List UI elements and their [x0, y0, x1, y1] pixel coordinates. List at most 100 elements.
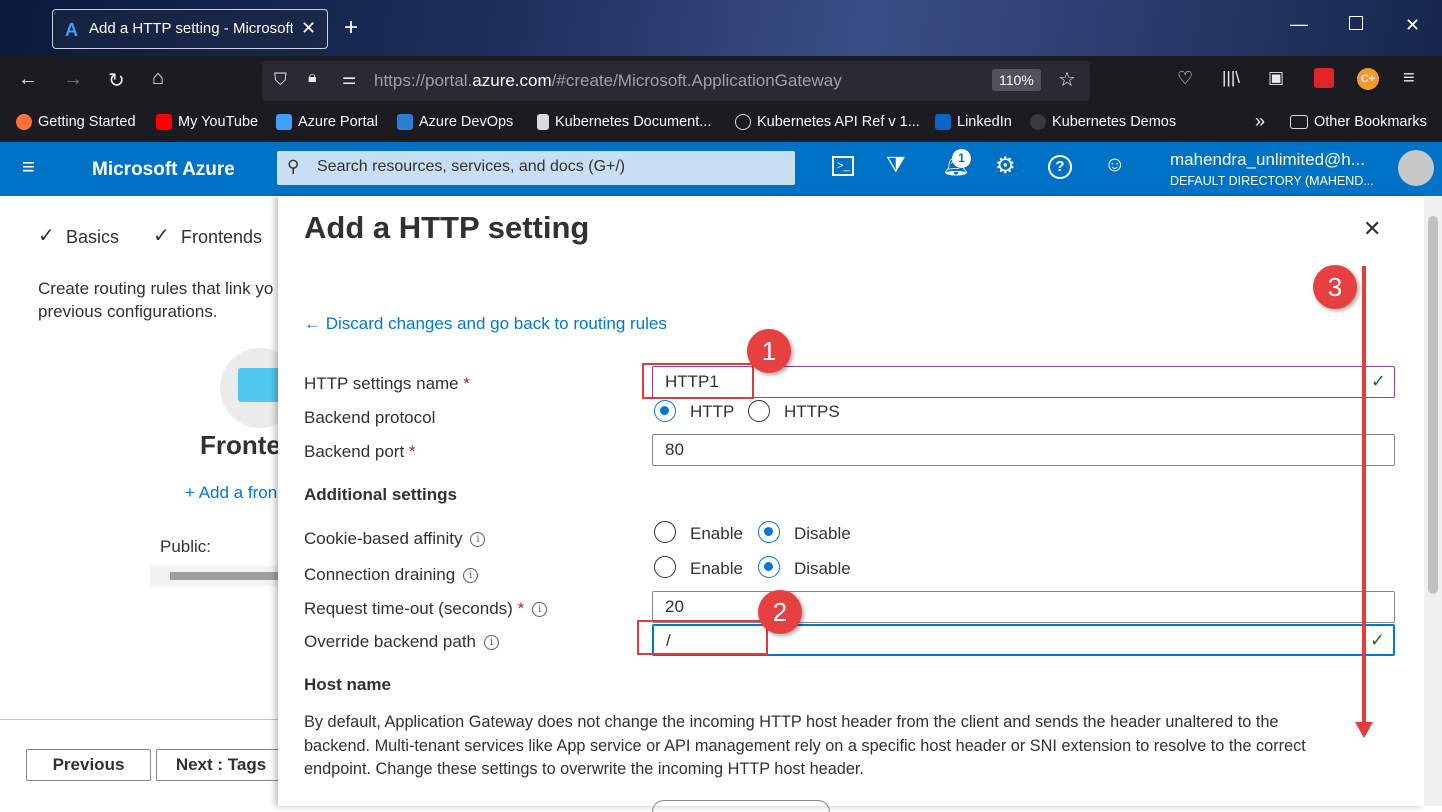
search-input[interactable]: ⚲ Search resources, services, and docs (…	[277, 151, 795, 185]
devops-icon	[397, 114, 413, 130]
zoom-badge[interactable]: 110%	[992, 69, 1041, 91]
bookmark-kubernetes-docs[interactable]: Kubernetes Document...	[537, 114, 711, 130]
folder-icon	[1290, 115, 1308, 129]
user-name[interactable]: mahendra_unlimited@h...	[1170, 150, 1365, 170]
protocol-https-label[interactable]: HTTPS	[784, 402, 840, 422]
cookie-affinity-disable-label[interactable]: Disable	[794, 524, 851, 544]
page-description-1: Create routing rules that link yo	[38, 279, 274, 298]
bookmark-star-icon[interactable]: ☆	[1058, 67, 1076, 92]
bookmark-my-youtube[interactable]: My YouTube	[156, 114, 258, 130]
avatar[interactable]	[1398, 150, 1434, 186]
scrollbar-thumb[interactable]	[1428, 216, 1438, 594]
pocket-icon[interactable]: ♡	[1177, 68, 1193, 89]
maximize-icon[interactable]	[1349, 16, 1363, 30]
add-frontend-link[interactable]: + Add a fron	[185, 483, 277, 503]
highlight-box-1	[642, 363, 754, 399]
host-name-toggle[interactable]	[652, 800, 830, 812]
help-icon[interactable]: ?	[1048, 155, 1072, 179]
host-name-desc-3: endpoint. Change these settings to overw…	[304, 760, 864, 778]
cloud-shell-icon[interactable]: >_	[832, 156, 854, 176]
connection-draining-disable-radio[interactable]	[758, 556, 780, 578]
public-ip-value-bar	[170, 572, 280, 580]
url-bar[interactable]: ⛉ 🔒︎ ⚌ https://portal.azure.com/#create/…	[262, 61, 1090, 101]
protocol-http-radio[interactable]	[654, 400, 676, 422]
connection-draining-info-icon[interactable]: i	[463, 568, 479, 584]
annotation-marker-1: 1	[747, 329, 791, 373]
search-icon: ⚲	[287, 157, 300, 176]
extension-icon[interactable]	[1314, 68, 1334, 88]
override-path-label: Override backend path i	[304, 632, 499, 652]
step-basics[interactable]: Basics	[66, 227, 119, 248]
new-tab-icon[interactable]: +	[344, 14, 358, 42]
shield-icon[interactable]: ⛉	[274, 70, 287, 90]
annotation-marker-3: 3	[1313, 265, 1357, 309]
http-settings-name-label: HTTP settings name *	[304, 374, 470, 393]
github-icon	[1030, 114, 1046, 130]
step-frontends[interactable]: Frontends	[181, 227, 262, 248]
feedback-icon[interactable]: ☺	[1104, 153, 1125, 177]
tab-title: Add a HTTP setting - Microsoft	[89, 20, 293, 37]
portal-menu-icon[interactable]: ≡	[22, 154, 35, 180]
extension-c-icon[interactable]: C+	[1357, 68, 1379, 90]
host-name-desc-2: backend. Multi-tenant services like App …	[304, 737, 1306, 755]
url-text[interactable]: https://portal.azure.com/#create/Microso…	[374, 71, 842, 91]
close-window-icon[interactable]: ✕	[1405, 15, 1420, 36]
more-bookmarks-icon[interactable]: »	[1255, 111, 1265, 132]
request-timeout-info-icon[interactable]: i	[532, 602, 548, 618]
permissions-icon[interactable]: ⚌	[342, 69, 356, 89]
valid-check-icon: ✓	[1369, 630, 1385, 650]
cookie-affinity-enable-radio[interactable]	[654, 521, 676, 543]
lock-icon[interactable]: 🔒︎	[308, 69, 317, 87]
page-icon	[537, 114, 549, 130]
valid-check-icon: ✓	[1370, 371, 1386, 391]
scroll-arrow-head	[1355, 722, 1373, 738]
scroll-arrow-line	[1362, 266, 1366, 726]
cookie-affinity-disable-radio[interactable]	[758, 521, 780, 543]
search-placeholder: Search resources, services, and docs (G+…	[317, 158, 626, 175]
bookmark-getting-started[interactable]: Getting Started	[16, 114, 136, 130]
home-icon[interactable]: ⌂	[152, 67, 164, 90]
reload-icon[interactable]: ↻	[108, 68, 125, 93]
discard-changes-link[interactable]: ← Discard changes and go back to routing…	[304, 314, 667, 334]
bookmark-azure-portal[interactable]: Azure Portal	[276, 114, 378, 130]
bookmark-kubernetes-api[interactable]: Kubernetes API Ref v 1...	[735, 114, 920, 130]
azure-favicon-icon: A	[65, 20, 78, 40]
azure-brand[interactable]: Microsoft Azure	[92, 159, 235, 181]
bookmark-kubernetes-demos[interactable]: Kubernetes Demos	[1030, 114, 1176, 130]
directory-filter-icon[interactable]: ⧩	[886, 152, 906, 178]
highlight-box-2	[637, 620, 768, 655]
protocol-https-radio[interactable]	[748, 400, 770, 422]
cookie-affinity-enable-label[interactable]: Enable	[690, 524, 743, 544]
connection-draining-disable-label[interactable]: Disable	[794, 559, 851, 579]
bookmark-linkedin[interactable]: LinkedIn	[935, 114, 1012, 130]
browser-tab[interactable]: A Add a HTTP setting - Microsoft ✕	[52, 9, 328, 49]
backend-port-input[interactable]: 80	[652, 434, 1395, 466]
previous-button[interactable]: Previous	[26, 749, 151, 781]
request-timeout-label: Request time-out (seconds) * i	[304, 599, 548, 619]
close-panel-icon[interactable]: ✕	[1363, 216, 1381, 242]
bookmark-azure-devops[interactable]: Azure DevOps	[397, 114, 513, 130]
back-icon[interactable]: ←	[18, 68, 38, 91]
notification-badge: 1	[952, 149, 971, 168]
user-directory[interactable]: DEFAULT DIRECTORY (MAHEND...	[1170, 174, 1374, 188]
next-tags-button[interactable]: Next : Tags	[156, 749, 286, 781]
forward-icon[interactable]: →	[63, 68, 83, 91]
reader-view-icon[interactable]: ▣	[1268, 68, 1284, 88]
library-icon[interactable]: |||\	[1222, 68, 1240, 88]
cookie-affinity-info-icon[interactable]: i	[470, 532, 486, 548]
youtube-icon	[156, 114, 172, 130]
menu-icon[interactable]: ≡	[1403, 67, 1415, 90]
override-path-info-icon[interactable]: i	[484, 635, 499, 651]
create-app-gateway-page: ✓ Basics ✓ Frontends Create routing rule…	[0, 196, 300, 806]
protocol-http-label[interactable]: HTTP	[690, 402, 734, 422]
frontend-title: Fronte	[200, 430, 281, 460]
other-bookmarks[interactable]: Other Bookmarks	[1290, 114, 1427, 130]
http-setting-panel: Add a HTTP setting ✕ ← Discard changes a…	[278, 196, 1424, 812]
connection-draining-enable-label[interactable]: Enable	[690, 559, 743, 579]
connection-draining-enable-radio[interactable]	[654, 556, 676, 578]
backend-protocol-label: Backend protocol	[304, 408, 436, 427]
close-tab-icon[interactable]: ✕	[301, 18, 316, 39]
minimize-icon[interactable]: —	[1290, 14, 1308, 35]
settings-gear-icon[interactable]: ⚙	[995, 152, 1016, 179]
linkedin-icon	[935, 114, 951, 130]
